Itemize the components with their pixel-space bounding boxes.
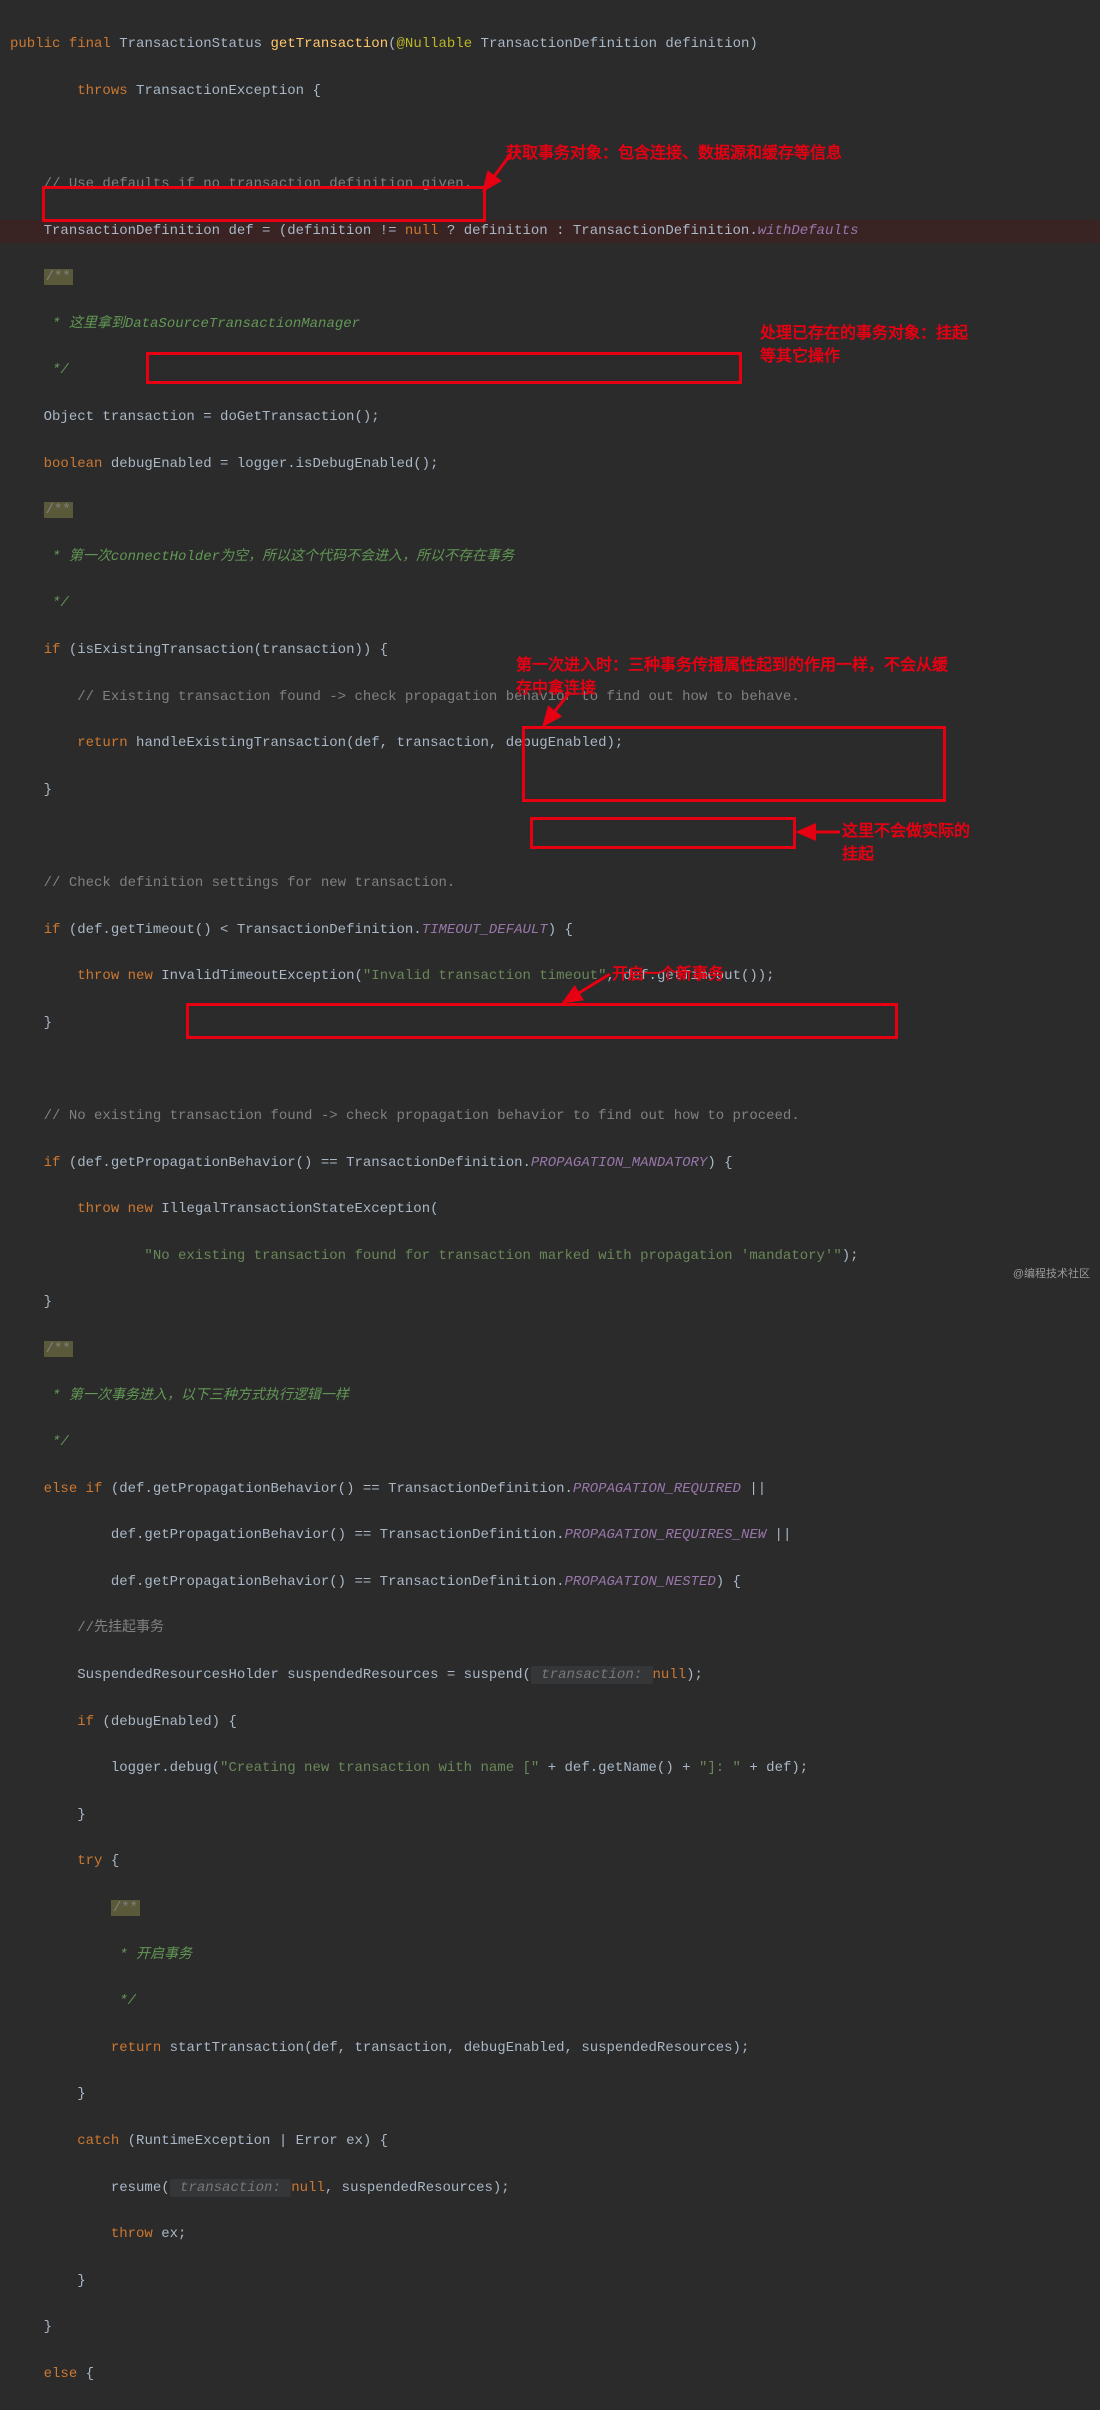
code-line: return startTransaction(def, transaction… <box>0 2037 1100 2060</box>
code-line: // Check definition settings for new tra… <box>0 872 1100 895</box>
code-line <box>0 126 1100 149</box>
code-line: } <box>0 1012 1100 1035</box>
code-line: public final TransactionStatus getTransa… <box>0 33 1100 56</box>
code-line: /** <box>0 499 1100 522</box>
code-line: } <box>0 779 1100 802</box>
code-line: resume( transaction: null, suspendedReso… <box>0 2177 1100 2200</box>
code-line: if (isExistingTransaction(transaction)) … <box>0 639 1100 662</box>
code-line: // Existing transaction found -> check p… <box>0 686 1100 709</box>
code-line: * 开启事务 <box>0 1944 1100 1967</box>
code-line: // Use defaults if no transaction defini… <box>0 173 1100 196</box>
code-line: */ <box>0 359 1100 382</box>
code-line: //先挂起事务 <box>0 1617 1100 1640</box>
code-line: // No existing transaction found -> chec… <box>0 1105 1100 1128</box>
code-line <box>0 825 1100 848</box>
code-line: */ <box>0 1431 1100 1454</box>
code-line: if (def.getTimeout() < TransactionDefini… <box>0 919 1100 942</box>
code-line: /** <box>0 1897 1100 1920</box>
code-line: if (def.getPropagationBehavior() == Tran… <box>0 1152 1100 1175</box>
code-line: } <box>0 2316 1100 2339</box>
code-line: } <box>0 2270 1100 2293</box>
code-line: * 这里拿到DataSourceTransactionManager <box>0 313 1100 336</box>
code-line: try { <box>0 1850 1100 1873</box>
code-line: if (debugEnabled) { <box>0 1711 1100 1734</box>
code-line: def.getPropagationBehavior() == Transact… <box>0 1571 1100 1594</box>
code-line: /** <box>0 266 1100 289</box>
code-line: "No existing transaction found for trans… <box>0 1245 1100 1268</box>
code-line: boolean debugEnabled = logger.isDebugEna… <box>0 453 1100 476</box>
code-line: */ <box>0 1990 1100 2013</box>
code-line: } <box>0 1291 1100 1314</box>
code-line: SuspendedResourcesHolder suspendedResour… <box>0 1664 1100 1687</box>
code-line: logger.debug("Creating new transaction w… <box>0 1757 1100 1780</box>
code-editor: public final TransactionStatus getTransa… <box>0 0 1100 2410</box>
code-line: } <box>0 2083 1100 2106</box>
code-line: throws TransactionException { <box>0 80 1100 103</box>
code-line: else { <box>0 2363 1100 2386</box>
code-line: TransactionDefinition def = (definition … <box>0 220 1100 243</box>
code-line: def.getPropagationBehavior() == Transact… <box>0 1524 1100 1547</box>
code-line: * 第一次事务进入，以下三种方式执行逻辑一样 <box>0 1385 1100 1408</box>
code-line: throw new InvalidTimeoutException("Inval… <box>0 965 1100 988</box>
code-line <box>0 1058 1100 1081</box>
code-line: /** <box>0 1338 1100 1361</box>
code-line: throw new IllegalTransactionStateExcepti… <box>0 1198 1100 1221</box>
code-line: Object transaction = doGetTransaction(); <box>0 406 1100 429</box>
watermark: @编程技术社区 <box>1013 1263 1090 1286</box>
code-line: } <box>0 1804 1100 1827</box>
code-line: else if (def.getPropagationBehavior() ==… <box>0 1478 1100 1501</box>
code-line: */ <box>0 592 1100 615</box>
code-line: throw ex; <box>0 2223 1100 2246</box>
code-line: * 第一次connectHolder为空，所以这个代码不会进入，所以不存在事务 <box>0 546 1100 569</box>
code-line: return handleExistingTransaction(def, tr… <box>0 732 1100 755</box>
code-line: catch (RuntimeException | Error ex) { <box>0 2130 1100 2153</box>
